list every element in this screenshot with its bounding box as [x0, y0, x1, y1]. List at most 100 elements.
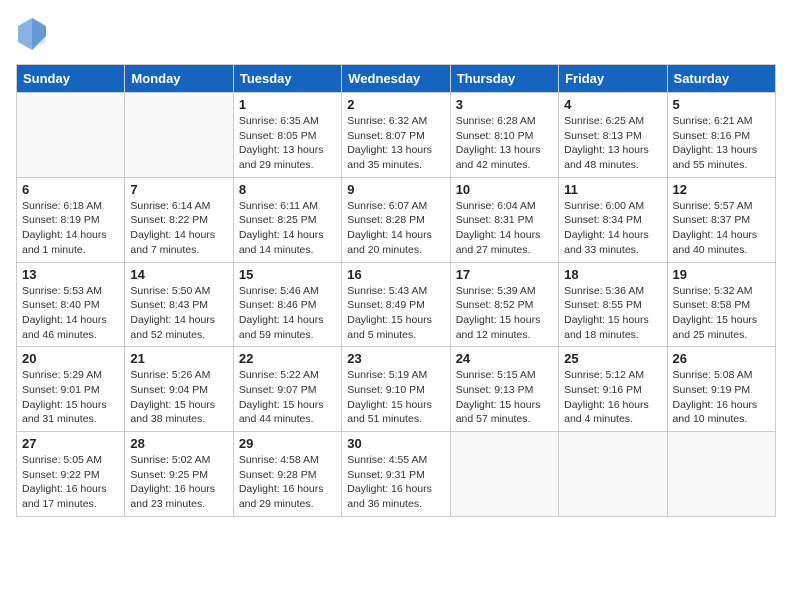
day-info: Sunrise: 6:18 AM Sunset: 8:19 PM Dayligh… [22, 199, 119, 258]
calendar-header-thursday: Thursday [450, 65, 558, 93]
calendar-cell: 7 Sunrise: 6:14 AM Sunset: 8:22 PM Daylig… [125, 177, 233, 262]
calendar-cell: 6 Sunrise: 6:18 AM Sunset: 8:19 PM Daylig… [17, 177, 125, 262]
day-info: Sunrise: 6:14 AM Sunset: 8:22 PM Dayligh… [130, 199, 227, 258]
day-number: 26 [673, 351, 770, 366]
day-info: Sunrise: 5:12 AM Sunset: 9:16 PM Dayligh… [564, 368, 661, 427]
calendar-cell: 23 Sunrise: 5:19 AM Sunset: 9:10 PM Dayli… [342, 347, 450, 432]
day-info: Sunrise: 6:32 AM Sunset: 8:07 PM Dayligh… [347, 114, 444, 173]
day-number: 16 [347, 267, 444, 282]
day-info: Sunrise: 6:04 AM Sunset: 8:31 PM Dayligh… [456, 199, 553, 258]
day-info: Sunrise: 5:15 AM Sunset: 9:13 PM Dayligh… [456, 368, 553, 427]
day-info: Sunrise: 5:22 AM Sunset: 9:07 PM Dayligh… [239, 368, 336, 427]
calendar-header-sunday: Sunday [17, 65, 125, 93]
day-info: Sunrise: 5:57 AM Sunset: 8:37 PM Dayligh… [673, 199, 770, 258]
calendar-cell: 2 Sunrise: 6:32 AM Sunset: 8:07 PM Daylig… [342, 93, 450, 178]
day-number: 27 [22, 436, 119, 451]
day-info: Sunrise: 5:43 AM Sunset: 8:49 PM Dayligh… [347, 284, 444, 343]
calendar-cell: 21Sunrise: 5:26 AM Sunset: 9:04 PM Dayli… [125, 347, 233, 432]
calendar-cell: 3 Sunrise: 6:28 AM Sunset: 8:10 PM Daylig… [450, 93, 558, 178]
day-info: Sunrise: 4:55 AM Sunset: 9:31 PM Dayligh… [347, 453, 444, 512]
day-info: Sunrise: 6:21 AM Sunset: 8:16 PM Dayligh… [673, 114, 770, 173]
day-number: 6 [22, 182, 119, 197]
calendar-cell [559, 432, 667, 517]
day-info: Sunrise: 5:05 AM Sunset: 9:22 PM Dayligh… [22, 453, 119, 512]
day-number: 11 [564, 182, 661, 197]
calendar-cell: 19 Sunrise: 5:32 AM Sunset: 8:58 PM Dayli… [667, 262, 775, 347]
calendar-cell: 14Sunrise: 5:50 AM Sunset: 8:43 PM Dayli… [125, 262, 233, 347]
calendar-header-saturday: Saturday [667, 65, 775, 93]
calendar-cell: 12 Sunrise: 5:57 AM Sunset: 8:37 PM Dayli… [667, 177, 775, 262]
day-info: Sunrise: 6:00 AM Sunset: 8:34 PM Dayligh… [564, 199, 661, 258]
day-number: 29 [239, 436, 336, 451]
day-number: 15 [239, 267, 336, 282]
day-info: Sunrise: 5:19 AM Sunset: 9:10 PM Dayligh… [347, 368, 444, 427]
day-number: 10 [456, 182, 553, 197]
calendar-week-row: 1Sunrise: 6:35 AM Sunset: 8:05 PM Daylig… [17, 93, 776, 178]
calendar-cell: 11 Sunrise: 6:00 AM Sunset: 8:34 PM Dayli… [559, 177, 667, 262]
calendar-cell [125, 93, 233, 178]
day-info: Sunrise: 6:35 AM Sunset: 8:05 PM Dayligh… [239, 114, 336, 173]
calendar-cell: 16 Sunrise: 5:43 AM Sunset: 8:49 PM Dayli… [342, 262, 450, 347]
calendar-cell: 22 Sunrise: 5:22 AM Sunset: 9:07 PM Dayli… [233, 347, 341, 432]
calendar-cell: 4Sunrise: 6:25 AM Sunset: 8:13 PM Daylig… [559, 93, 667, 178]
calendar-cell: 13Sunrise: 5:53 AM Sunset: 8:40 PM Dayli… [17, 262, 125, 347]
calendar-header-tuesday: Tuesday [233, 65, 341, 93]
day-number: 18 [564, 267, 661, 282]
day-number: 17 [456, 267, 553, 282]
day-number: 23 [347, 351, 444, 366]
calendar-cell: 30 Sunrise: 4:55 AM Sunset: 9:31 PM Dayli… [342, 432, 450, 517]
day-number: 7 [130, 182, 227, 197]
day-info: Sunrise: 5:46 AM Sunset: 8:46 PM Dayligh… [239, 284, 336, 343]
day-number: 24 [456, 351, 553, 366]
calendar-cell: 5 Sunrise: 6:21 AM Sunset: 8:16 PM Daylig… [667, 93, 775, 178]
page-header [16, 16, 776, 52]
calendar-cell: 25 Sunrise: 5:12 AM Sunset: 9:16 PM Dayli… [559, 347, 667, 432]
day-info: Sunrise: 6:07 AM Sunset: 8:28 PM Dayligh… [347, 199, 444, 258]
day-number: 3 [456, 97, 553, 112]
calendar-week-row: 6 Sunrise: 6:18 AM Sunset: 8:19 PM Daylig… [17, 177, 776, 262]
day-number: 22 [239, 351, 336, 366]
logo [16, 16, 52, 52]
calendar-cell: 29Sunrise: 4:58 AM Sunset: 9:28 PM Dayli… [233, 432, 341, 517]
day-number: 19 [673, 267, 770, 282]
calendar-cell: 18 Sunrise: 5:36 AM Sunset: 8:55 PM Dayli… [559, 262, 667, 347]
day-number: 12 [673, 182, 770, 197]
calendar-cell: 9 Sunrise: 6:07 AM Sunset: 8:28 PM Daylig… [342, 177, 450, 262]
day-info: Sunrise: 6:28 AM Sunset: 8:10 PM Dayligh… [456, 114, 553, 173]
calendar-cell: 26Sunrise: 5:08 AM Sunset: 9:19 PM Dayli… [667, 347, 775, 432]
day-number: 8 [239, 182, 336, 197]
calendar-header-wednesday: Wednesday [342, 65, 450, 93]
calendar-cell [667, 432, 775, 517]
day-info: Sunrise: 5:32 AM Sunset: 8:58 PM Dayligh… [673, 284, 770, 343]
day-number: 21 [130, 351, 227, 366]
calendar-cell [450, 432, 558, 517]
day-info: Sunrise: 5:29 AM Sunset: 9:01 PM Dayligh… [22, 368, 119, 427]
calendar-cell: 1Sunrise: 6:35 AM Sunset: 8:05 PM Daylig… [233, 93, 341, 178]
calendar-header-friday: Friday [559, 65, 667, 93]
day-number: 30 [347, 436, 444, 451]
calendar-cell: 28 Sunrise: 5:02 AM Sunset: 9:25 PM Dayli… [125, 432, 233, 517]
day-number: 28 [130, 436, 227, 451]
day-number: 25 [564, 351, 661, 366]
calendar-cell [17, 93, 125, 178]
day-number: 20 [22, 351, 119, 366]
calendar-header-row: SundayMondayTuesdayWednesdayThursdayFrid… [17, 65, 776, 93]
calendar-cell: 10 Sunrise: 6:04 AM Sunset: 8:31 PM Dayli… [450, 177, 558, 262]
calendar-cell: 20 Sunrise: 5:29 AM Sunset: 9:01 PM Dayli… [17, 347, 125, 432]
day-number: 13 [22, 267, 119, 282]
day-number: 2 [347, 97, 444, 112]
day-number: 9 [347, 182, 444, 197]
day-number: 5 [673, 97, 770, 112]
calendar-cell: 17 Sunrise: 5:39 AM Sunset: 8:52 PM Dayli… [450, 262, 558, 347]
calendar-header-monday: Monday [125, 65, 233, 93]
calendar-week-row: 20 Sunrise: 5:29 AM Sunset: 9:01 PM Dayli… [17, 347, 776, 432]
calendar-cell: 15 Sunrise: 5:46 AM Sunset: 8:46 PM Dayli… [233, 262, 341, 347]
logo-icon [16, 16, 48, 52]
day-info: Sunrise: 6:25 AM Sunset: 8:13 PM Dayligh… [564, 114, 661, 173]
calendar-cell: 27 Sunrise: 5:05 AM Sunset: 9:22 PM Dayli… [17, 432, 125, 517]
calendar-cell: 8Sunrise: 6:11 AM Sunset: 8:25 PM Daylig… [233, 177, 341, 262]
day-info: Sunrise: 5:02 AM Sunset: 9:25 PM Dayligh… [130, 453, 227, 512]
calendar-cell: 24 Sunrise: 5:15 AM Sunset: 9:13 PM Dayli… [450, 347, 558, 432]
day-info: Sunrise: 5:36 AM Sunset: 8:55 PM Dayligh… [564, 284, 661, 343]
day-info: Sunrise: 5:39 AM Sunset: 8:52 PM Dayligh… [456, 284, 553, 343]
